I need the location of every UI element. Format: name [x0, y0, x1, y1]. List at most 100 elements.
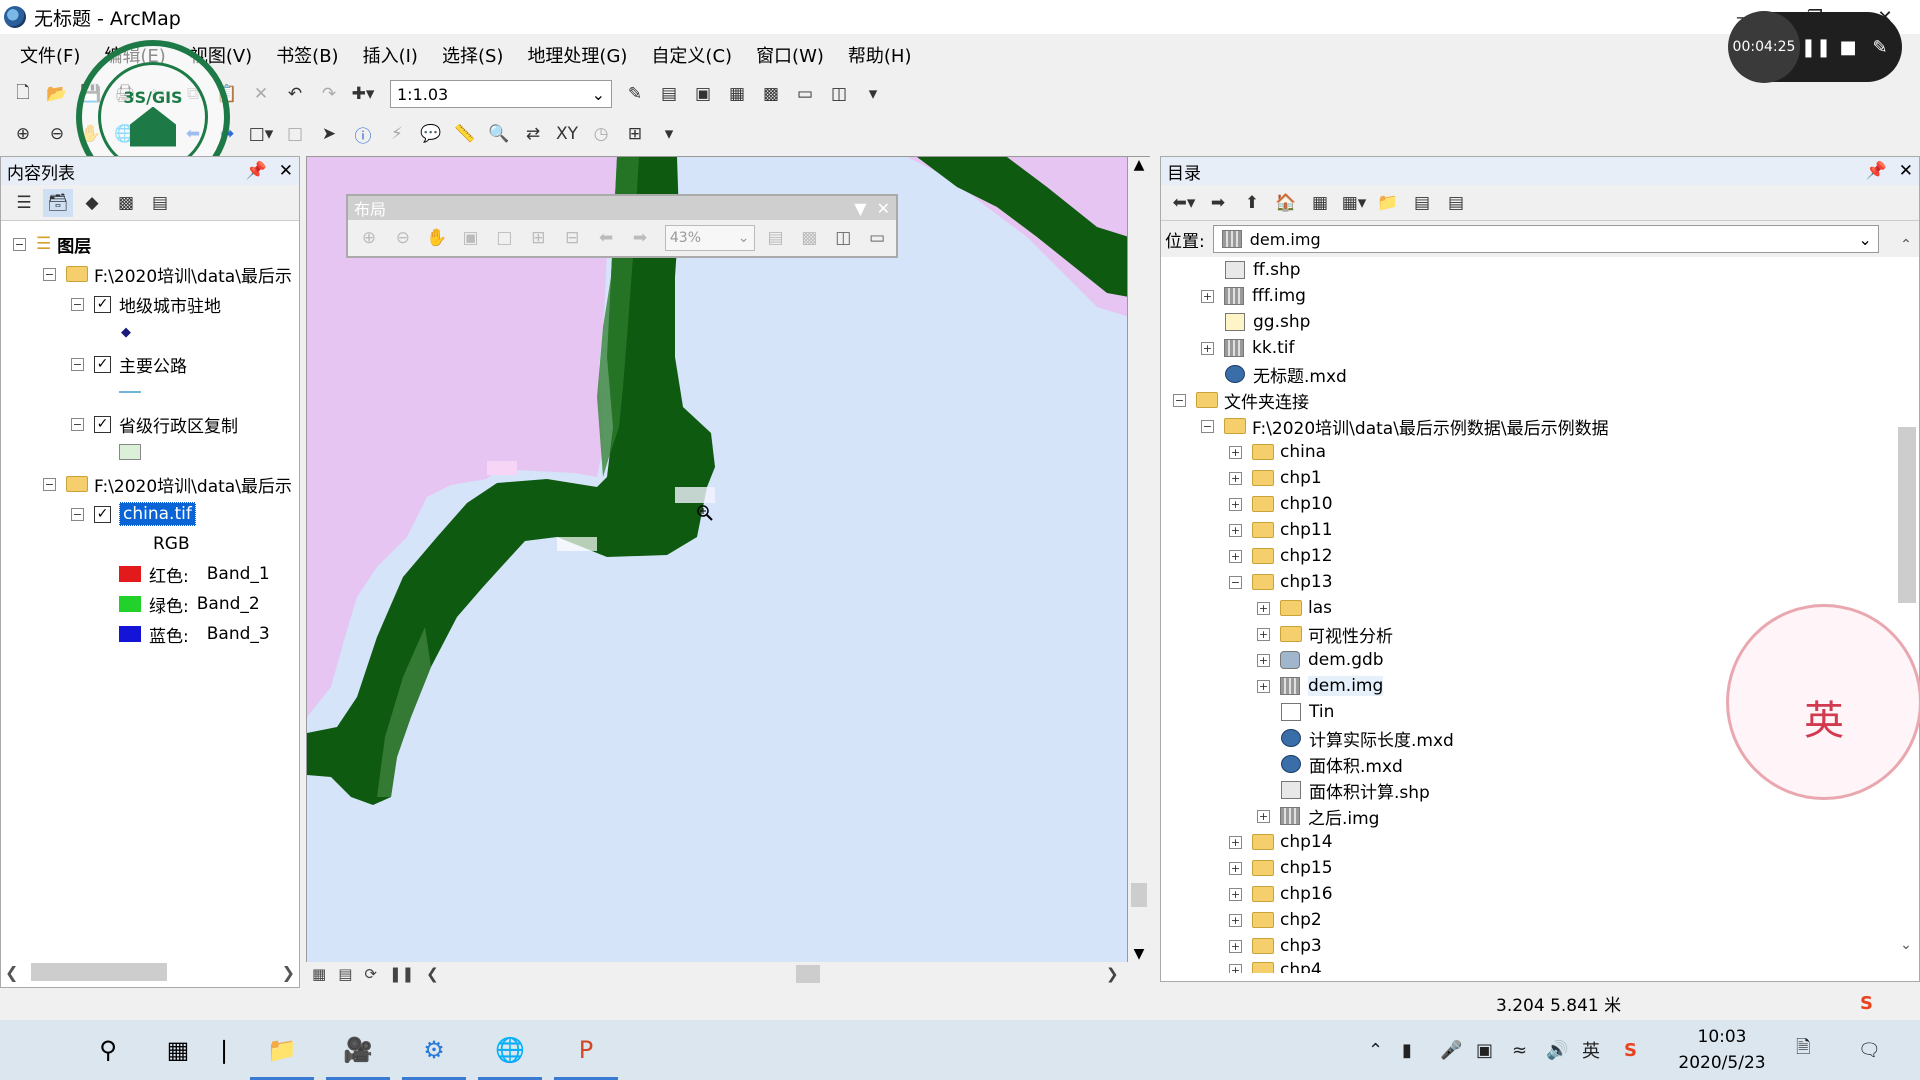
menu-customize[interactable]: 自定义(C)	[639, 42, 744, 68]
band-green-row[interactable]: 绿色: Band_2	[119, 591, 260, 617]
catalog-item[interactable]: 面体积计算.shp	[1281, 777, 1430, 803]
time-slider-icon[interactable]: ◷	[586, 120, 616, 148]
catalog-item[interactable]: +dem.gdb	[1257, 647, 1384, 673]
layer-visibility-checkbox[interactable]: ✓	[94, 416, 111, 433]
expand-icon[interactable]: +	[1257, 602, 1270, 615]
collapse-icon[interactable]: −	[43, 478, 56, 491]
hyperlink-icon[interactable]: ⚡	[382, 120, 412, 148]
close-icon[interactable]: ✕	[877, 199, 890, 218]
table-of-contents-icon[interactable]: ▤	[654, 80, 684, 108]
toc-options-icon[interactable]: ▤	[145, 189, 175, 217]
toc-layer-prefecture-cities[interactable]: − ✓ 地级城市驻地	[71, 291, 221, 317]
catalog-item[interactable]: 面体积.mxd	[1281, 751, 1403, 777]
layout-pan-icon[interactable]: ✋	[422, 224, 452, 252]
catalog-item[interactable]: +chp4	[1229, 957, 1322, 973]
catalog-item[interactable]: +chp11	[1229, 517, 1333, 543]
line-symbol[interactable]	[119, 379, 141, 405]
toc-row-folder-2[interactable]: − F:\2020培训\data\最后示	[43, 471, 292, 497]
layout-zoom-in-icon[interactable]: ⊕	[354, 224, 384, 252]
layout-toolbar-header[interactable]: 布局 ▼✕	[348, 196, 896, 220]
tray-chevron-up-icon[interactable]: ⌃	[1368, 1020, 1383, 1080]
layer-visibility-checkbox[interactable]: ✓	[94, 296, 111, 313]
expand-icon[interactable]: +	[1229, 472, 1242, 485]
catalog-forward-icon[interactable]: ➡	[1203, 189, 1233, 217]
catalog-item[interactable]: +china	[1229, 439, 1326, 465]
toc-horizontal-scrollbar[interactable]: ❮ ❯	[5, 961, 295, 983]
home-icon[interactable]: 🏠	[1271, 189, 1301, 217]
catalog-item[interactable]: Tin	[1281, 699, 1334, 725]
toggle-tree-icon[interactable]: ▤	[1407, 189, 1437, 217]
toc-layer-china-tif[interactable]: − ✓ china.tif	[71, 501, 196, 527]
catalog-item-folder-path[interactable]: −F:\2020培训\data\最后示例数据\最后示例数据	[1201, 413, 1609, 439]
wifi-icon[interactable]: ≈	[1512, 1020, 1527, 1080]
collapse-icon[interactable]: −	[71, 418, 84, 431]
catalog-item[interactable]: +chp3	[1229, 933, 1322, 959]
create-viewer-window-icon[interactable]: ⊞	[620, 120, 650, 148]
catalog-item[interactable]: +可视性分析	[1257, 621, 1393, 647]
python-window-icon[interactable]: ▭	[790, 80, 820, 108]
scroll-down-icon[interactable]: ▼	[1128, 946, 1150, 962]
menu-bookmarks[interactable]: 书签(B)	[264, 42, 350, 68]
list-by-drawing-order-icon[interactable]: ☰	[9, 189, 39, 217]
zoom-100-icon[interactable]: □	[490, 224, 520, 252]
scroll-up-icon[interactable]: ⌃	[1895, 237, 1917, 253]
collapse-icon[interactable]: −	[1173, 394, 1186, 407]
collapse-icon[interactable]: −	[13, 238, 26, 251]
system-clock[interactable]: 10:03 2020/5/23	[1674, 1024, 1770, 1076]
expand-icon[interactable]: +	[1201, 342, 1214, 355]
go-to-xy-icon[interactable]: XY	[552, 120, 582, 148]
find-icon[interactable]: 🔍	[484, 120, 514, 148]
close-icon[interactable]: ✕	[279, 161, 293, 181]
scroll-thumb[interactable]	[1131, 883, 1147, 907]
focus-data-frame-icon[interactable]: ▩	[794, 224, 824, 252]
refresh-icon[interactable]: ⟳	[364, 965, 377, 983]
editor-toolbar-icon[interactable]: ✎	[620, 80, 650, 108]
search-window-icon[interactable]: ▦	[722, 80, 752, 108]
expand-icon[interactable]: +	[1229, 498, 1242, 511]
expand-icon[interactable]: +	[1229, 964, 1242, 974]
catalog-item[interactable]: +chp14	[1229, 829, 1333, 855]
collapse-icon[interactable]: −	[71, 508, 84, 521]
layout-toolbar-window[interactable]: 布局 ▼✕ ⊕ ⊖ ✋ ▣ □ ⊞ ⊟ ⬅ ➡ 43% ⌄ ▤ ▩ ◫ ▭	[346, 194, 898, 258]
task-view-icon[interactable]: ▦	[154, 1028, 202, 1072]
expand-icon[interactable]: +	[1201, 290, 1214, 303]
ime-indicator[interactable]: 英	[1582, 1020, 1600, 1080]
polygon-symbol[interactable]	[119, 439, 141, 465]
list-by-visibility-icon[interactable]: ◆	[77, 189, 107, 217]
layout-forward-icon[interactable]: ➡	[625, 224, 655, 252]
catalog-vertical-scrollbar[interactable]: ⌃ ⌄	[1895, 237, 1917, 953]
catalog-item-folder-connections[interactable]: −文件夹连接	[1173, 387, 1309, 413]
menu-windows[interactable]: 窗口(W)	[744, 42, 836, 68]
catalog-item[interactable]: +之后.img	[1257, 803, 1379, 829]
layout-view-icon[interactable]: ▤	[338, 965, 352, 983]
catalog-item[interactable]: +chp16	[1229, 881, 1333, 907]
add-data-icon[interactable]: ✚▾	[348, 80, 378, 108]
menu-geoprocessing[interactable]: 地理处理(G)	[515, 42, 639, 68]
map-scale-dropdown[interactable]: 1:1.03 ⌄	[390, 80, 612, 108]
powerpoint-icon[interactable]: P	[562, 1028, 610, 1072]
scroll-thumb[interactable]	[796, 965, 820, 983]
collapse-icon[interactable]: −	[43, 268, 56, 281]
pin-icon[interactable]: 📌	[1866, 161, 1887, 181]
point-symbol[interactable]: ◆	[121, 319, 131, 345]
data-driven-pages-icon[interactable]: ▭	[862, 224, 892, 252]
collapse-icon[interactable]: −	[71, 298, 84, 311]
expand-icon[interactable]: +	[1257, 654, 1270, 667]
map-display[interactable]	[306, 156, 1128, 964]
toc-layer-main-roads[interactable]: − ✓ 主要公路	[71, 351, 187, 377]
measure-icon[interactable]: 📏	[450, 120, 480, 148]
menu-file[interactable]: 文件(F)	[8, 42, 92, 68]
band-blue-row[interactable]: 蓝色: Band_3	[119, 621, 270, 647]
expand-icon[interactable]: +	[1229, 888, 1242, 901]
layer-visibility-checkbox[interactable]: ✓	[94, 506, 111, 523]
scroll-right-icon[interactable]: ❯	[282, 963, 295, 982]
data-view-icon[interactable]: ▦	[312, 965, 326, 983]
chevron-down-icon[interactable]: ⌄	[1858, 230, 1871, 249]
battery-icon[interactable]: ▮	[1402, 1020, 1412, 1080]
connect-folder-icon[interactable]: 📁	[1373, 189, 1403, 217]
band-red-row[interactable]: 红色: Band_1	[119, 561, 270, 587]
expand-icon[interactable]: +	[1229, 862, 1242, 875]
collapse-icon[interactable]: −	[1201, 420, 1214, 433]
expand-icon[interactable]: +	[1229, 524, 1242, 537]
arctoolbox-icon[interactable]: ▩	[756, 80, 786, 108]
